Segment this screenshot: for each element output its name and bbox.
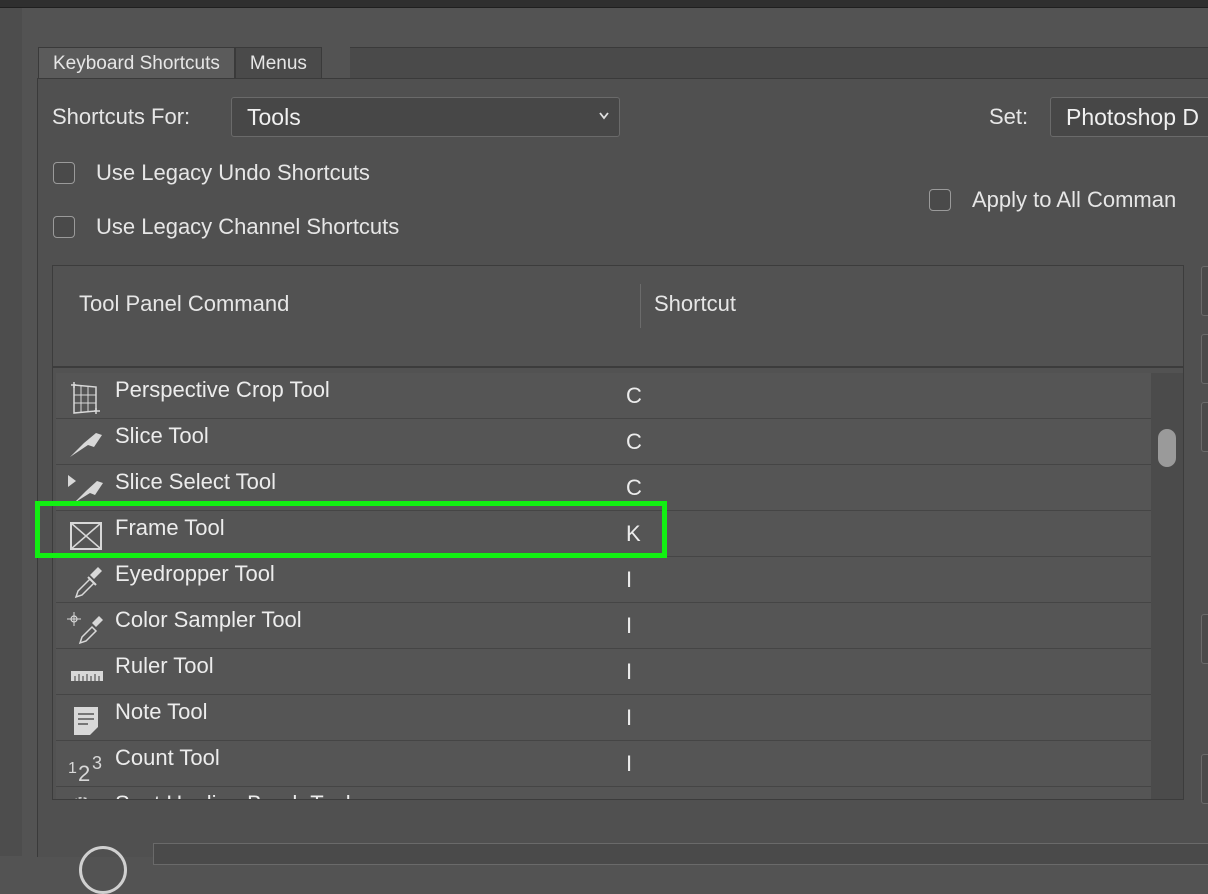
- svg-text:2: 2: [78, 761, 90, 783]
- table-row[interactable]: Slice Tool C: [56, 419, 1152, 465]
- shortcut-key[interactable]: C: [626, 383, 642, 409]
- table-row[interactable]: 1 2 3 Count Tool I: [56, 741, 1152, 787]
- spot-healing-icon: [75, 797, 89, 799]
- column-header-command[interactable]: Tool Panel Command: [79, 291, 289, 317]
- command-name: Slice Tool: [115, 423, 209, 448]
- tab-keyboard-shortcuts[interactable]: Keyboard Shortcuts: [38, 47, 235, 78]
- description-field: [153, 843, 1208, 865]
- legacy-undo-label: Use Legacy Undo Shortcuts: [96, 160, 370, 185]
- tab-bar-background: [350, 47, 1208, 78]
- command-name: Ruler Tool: [115, 653, 214, 678]
- table-rows: Perspective Crop Tool C Slice Tool C Sli…: [56, 373, 1152, 799]
- side-button[interactable]: [1201, 334, 1208, 384]
- table-row[interactable]: Ruler Tool I: [56, 649, 1152, 695]
- side-button[interactable]: [1201, 614, 1208, 664]
- side-button[interactable]: [1201, 402, 1208, 452]
- table-row[interactable]: Perspective Crop Tool C: [56, 373, 1152, 419]
- perspective-crop-icon: [71, 382, 100, 414]
- svg-text:3: 3: [92, 753, 102, 773]
- command-name: Perspective Crop Tool: [115, 377, 330, 402]
- table-row[interactable]: Spot Healing Brush Tool J: [56, 787, 1152, 799]
- table-row[interactable]: Note Tool I: [56, 695, 1152, 741]
- shortcut-key[interactable]: C: [626, 475, 642, 501]
- side-button[interactable]: [1201, 754, 1208, 804]
- command-name: Count Tool: [115, 745, 220, 770]
- shortcut-key[interactable]: J: [626, 797, 637, 799]
- legacy-channel-label: Use Legacy Channel Shortcuts: [96, 214, 400, 239]
- command-name: Note Tool: [115, 699, 208, 724]
- table-row[interactable]: Color Sampler Tool I: [56, 603, 1152, 649]
- column-divider: [640, 284, 641, 328]
- chevron-down-icon: [599, 112, 609, 120]
- command-name: Color Sampler Tool: [115, 607, 302, 632]
- frame-tool-highlight: [35, 501, 667, 558]
- shortcuts-for-select[interactable]: Tools: [231, 97, 620, 137]
- set-label: Set:: [989, 104, 1029, 129]
- column-header-shortcut[interactable]: Shortcut: [654, 291, 736, 317]
- command-name: Eyedropper Tool: [115, 561, 275, 586]
- table-row[interactable]: Eyedropper Tool I: [56, 557, 1152, 603]
- tab-bar: Keyboard Shortcuts Menus: [38, 47, 322, 78]
- table-header: Tool Panel Command Shortcut: [53, 266, 1183, 368]
- shortcut-key[interactable]: I: [626, 613, 632, 639]
- legacy-undo-checkbox[interactable]: [53, 162, 75, 184]
- top-bar: [0, 0, 1208, 8]
- legacy-channel-checkbox[interactable]: [53, 216, 75, 238]
- slice-icon: [70, 433, 102, 457]
- apply-all-label: Apply to All Comman: [972, 187, 1177, 212]
- shortcut-key[interactable]: I: [626, 751, 632, 777]
- scrollbar-thumb[interactable]: [1158, 429, 1176, 467]
- svg-text:1: 1: [68, 760, 77, 777]
- command-name: Spot Healing Brush Tool: [115, 791, 351, 799]
- shortcut-key[interactable]: C: [626, 429, 642, 455]
- set-select[interactable]: Photoshop D: [1050, 97, 1208, 137]
- set-value: Photoshop D: [1066, 104, 1199, 130]
- shortcut-key[interactable]: I: [626, 705, 632, 731]
- shortcut-key[interactable]: I: [626, 567, 632, 593]
- left-panel: [0, 8, 22, 856]
- note-icon: [74, 707, 98, 735]
- ruler-icon: [71, 671, 103, 681]
- eyedropper-icon: [74, 567, 102, 599]
- shortcuts-for-value: Tools: [247, 104, 301, 130]
- apply-all-checkbox[interactable]: [929, 189, 951, 211]
- shortcut-key[interactable]: I: [626, 659, 632, 685]
- command-name: Slice Select Tool: [115, 469, 277, 494]
- info-icon: [79, 846, 127, 894]
- tab-menus[interactable]: Menus: [234, 47, 322, 78]
- count-icon: 1 2 3: [68, 753, 102, 783]
- shortcuts-for-label: Shortcuts For:: [52, 104, 191, 129]
- color-sampler-icon: [67, 612, 103, 645]
- side-button[interactable]: [1201, 266, 1208, 316]
